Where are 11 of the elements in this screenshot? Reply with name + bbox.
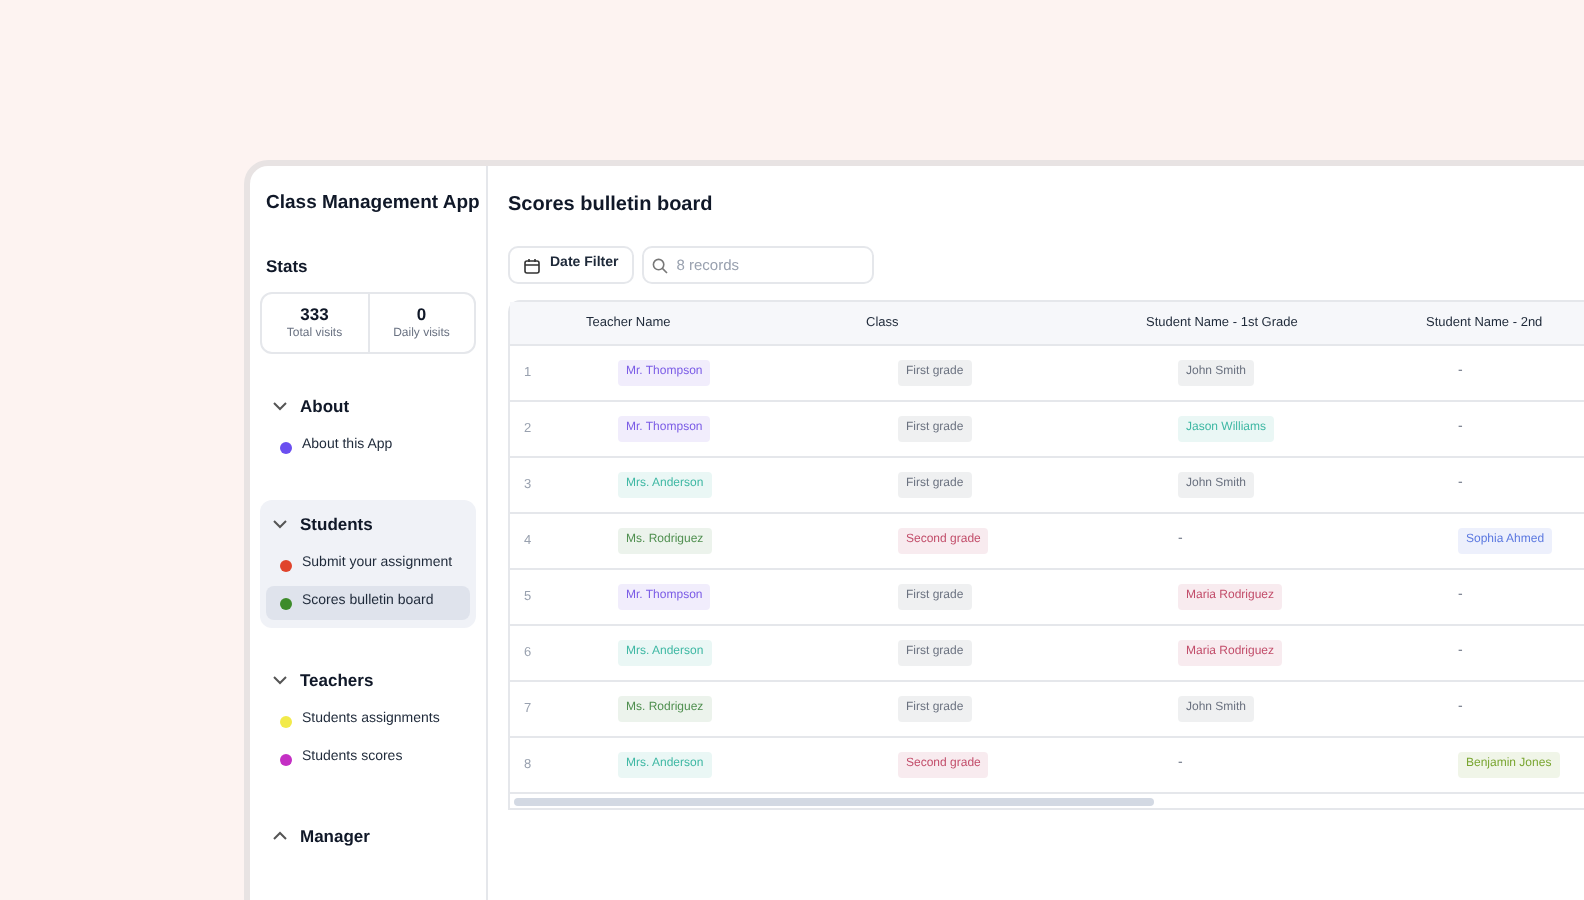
nav-group-header[interactable]: Students <box>266 508 373 540</box>
search-icon <box>652 257 669 273</box>
calendar-icon <box>524 257 540 273</box>
stat-value: 333 <box>300 303 329 325</box>
stat-value: 0 <box>416 303 427 325</box>
nav-group-header[interactable]: About <box>266 390 350 422</box>
page-title: Scores bulletin board <box>508 192 715 220</box>
app-title: Class Management App <box>264 190 476 218</box>
nav-group-header[interactable]: Manager <box>266 820 370 852</box>
nav-group-header[interactable]: Teachers <box>266 664 374 696</box>
stats-title: Stats <box>264 254 310 280</box>
